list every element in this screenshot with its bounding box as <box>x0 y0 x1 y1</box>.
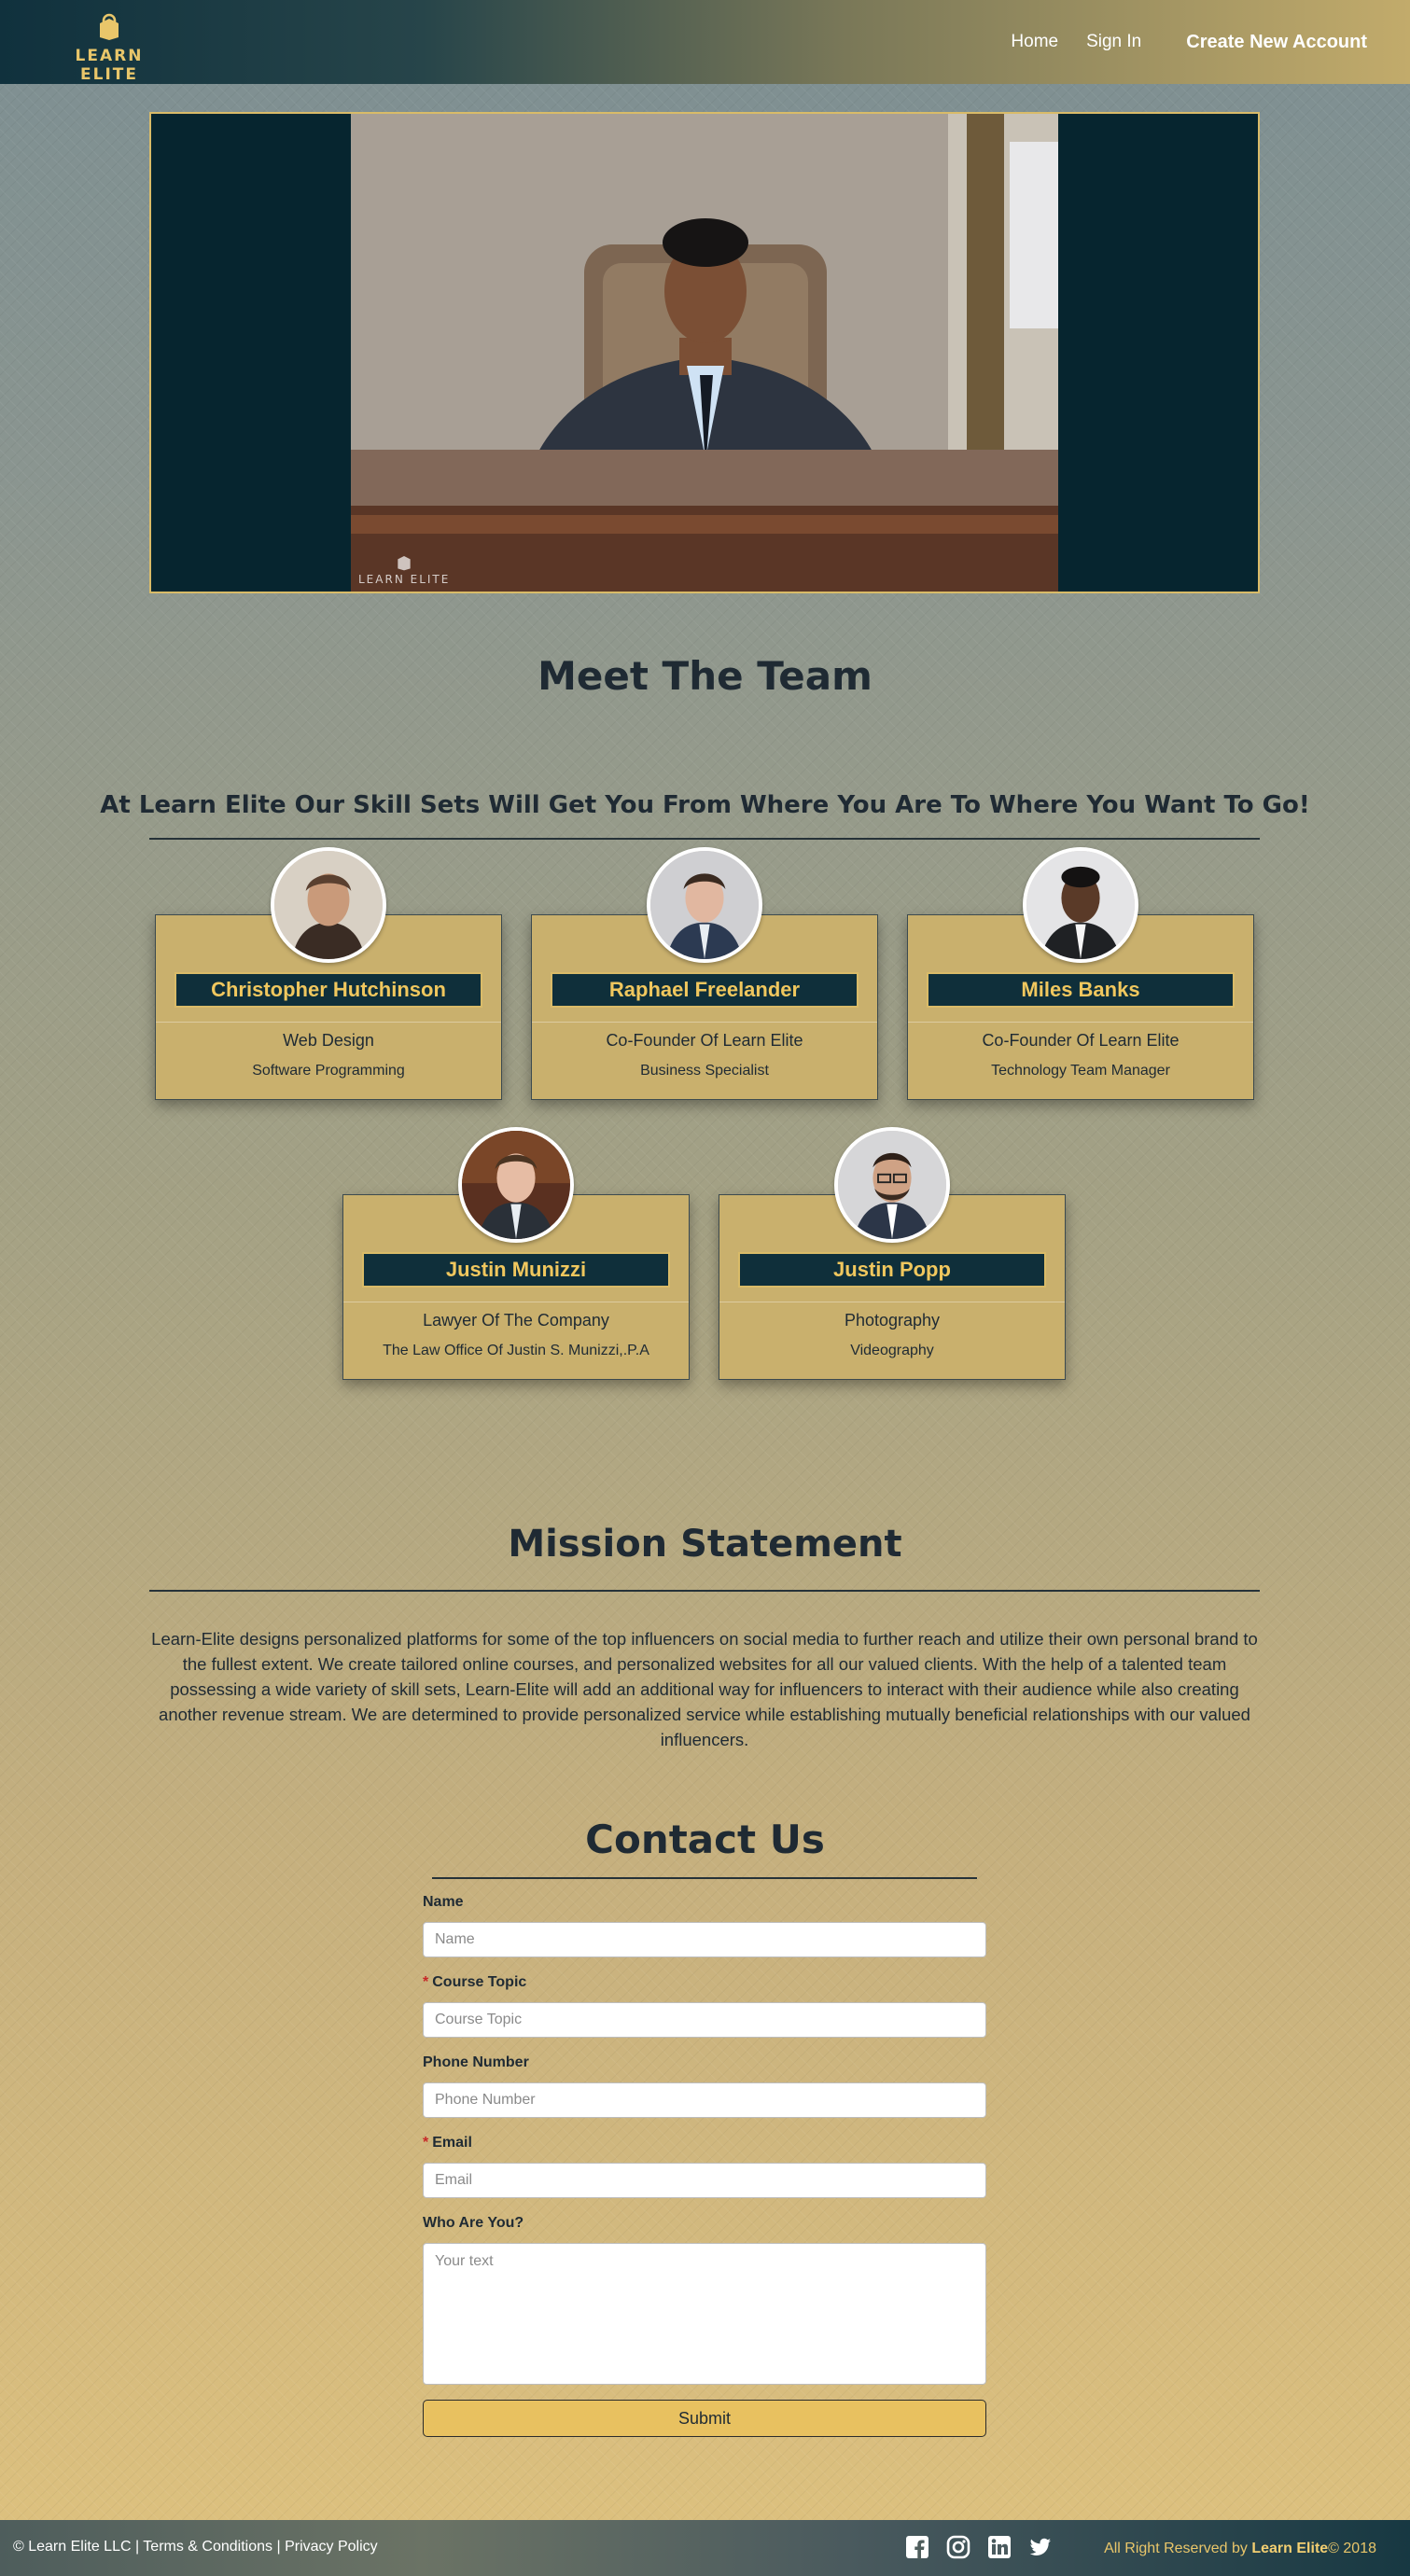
member-subrole: Videography <box>850 1343 934 1358</box>
footer-links: © Learn Elite LLC | Terms & Conditions |… <box>13 2539 378 2555</box>
course-topic-label: * Course Topic <box>423 1974 527 1990</box>
avatar <box>834 1127 950 1243</box>
intro-video[interactable]: LEARN ELITE <box>149 112 1260 593</box>
facebook-icon[interactable] <box>905 2535 929 2559</box>
rights-text: All Right Reserved by Learn Elite© 2018 <box>1104 2541 1376 2556</box>
separator: | <box>272 2539 286 2555</box>
about-textarea[interactable] <box>423 2243 986 2385</box>
create-account-link[interactable]: Create New Account <box>1186 32 1367 53</box>
mission-title: Mission Statement <box>508 1523 902 1566</box>
course-topic-field[interactable] <box>423 2002 986 2038</box>
member-role: Lawyer Of The Company <box>423 1311 609 1330</box>
email-field[interactable] <box>423 2163 986 2198</box>
rights-brand: Learn Elite <box>1251 2541 1329 2556</box>
brand-logo[interactable]: LEARN ELITE <box>49 13 170 84</box>
team-tagline: At Learn Elite Our Skill Sets Will Get Y… <box>100 791 1310 819</box>
avatar <box>271 847 386 963</box>
phone-label: Phone Number <box>423 2054 529 2070</box>
member-subrole: The Law Office Of Justin S. Munizzi,.P.A <box>383 1343 649 1358</box>
member-subrole: Technology Team Manager <box>991 1063 1170 1079</box>
member-name: Christopher Hutchinson <box>175 972 482 1008</box>
member-name: Justin Munizzi <box>362 1252 670 1288</box>
avatar <box>1023 847 1138 963</box>
shopping-bag-icon <box>95 13 123 41</box>
member-subrole: Business Specialist <box>640 1063 769 1079</box>
email-label: * Email <box>423 2135 472 2151</box>
phone-field[interactable] <box>423 2082 986 2118</box>
required-mark: * <box>423 2135 429 2151</box>
member-role: Co-Founder Of Learn Elite <box>982 1031 1180 1050</box>
divider <box>532 1022 877 1023</box>
twitter-icon[interactable] <box>1028 2535 1053 2559</box>
social-links <box>905 2535 1053 2559</box>
member-name: Miles Banks <box>927 972 1235 1008</box>
name-field[interactable] <box>423 1922 986 1957</box>
top-navbar: LEARN ELITE Home Sign In Create New Acco… <box>0 0 1410 84</box>
linkedin-icon[interactable] <box>987 2535 1012 2559</box>
member-subrole: Software Programming <box>252 1063 405 1079</box>
divider <box>149 838 1260 840</box>
contact-title: Contact Us <box>585 1817 825 1862</box>
member-role: Co-Founder Of Learn Elite <box>606 1031 803 1050</box>
divider <box>156 1022 501 1023</box>
footer: © Learn Elite LLC | Terms & Conditions |… <box>0 2520 1410 2576</box>
member-name: Raphael Freelander <box>551 972 859 1008</box>
required-mark: * <box>423 1974 429 1990</box>
shopping-bag-icon <box>395 552 413 571</box>
video-frame-image: LEARN ELITE <box>351 114 1058 592</box>
privacy-link[interactable]: Privacy Policy <box>285 2539 378 2555</box>
main-nav: Home Sign In Create New Account <box>1011 0 1367 84</box>
separator: | <box>131 2539 144 2555</box>
avatar <box>647 847 762 963</box>
copyright-text: © Learn Elite LLC <box>13 2539 132 2555</box>
divider <box>149 1590 1260 1592</box>
name-label: Name <box>423 1894 464 1910</box>
nav-home-link[interactable]: Home <box>1011 32 1058 52</box>
nav-signin-link[interactable]: Sign In <box>1086 32 1141 52</box>
video-watermark-text: LEARN ELITE <box>358 573 451 586</box>
instagram-icon[interactable] <box>946 2535 970 2559</box>
about-label: Who Are You? <box>423 2215 524 2231</box>
avatar <box>458 1127 574 1243</box>
member-role: Photography <box>844 1311 941 1330</box>
contact-form: Name *Course Topic Phone Number *Email W… <box>423 1894 986 2437</box>
mission-text: Learn-Elite designs personalized platfor… <box>151 1629 1258 1749</box>
team-title: Meet The Team <box>537 653 873 699</box>
member-name: Justin Popp <box>738 1252 1046 1288</box>
terms-link[interactable]: Terms & Conditions <box>143 2539 272 2555</box>
video-watermark: LEARN ELITE <box>358 552 450 586</box>
brand-name: LEARN ELITE <box>75 47 144 84</box>
member-role: Web Design <box>283 1031 374 1050</box>
divider <box>432 1877 977 1879</box>
divider <box>908 1022 1253 1023</box>
submit-button[interactable]: Submit <box>423 2400 986 2437</box>
